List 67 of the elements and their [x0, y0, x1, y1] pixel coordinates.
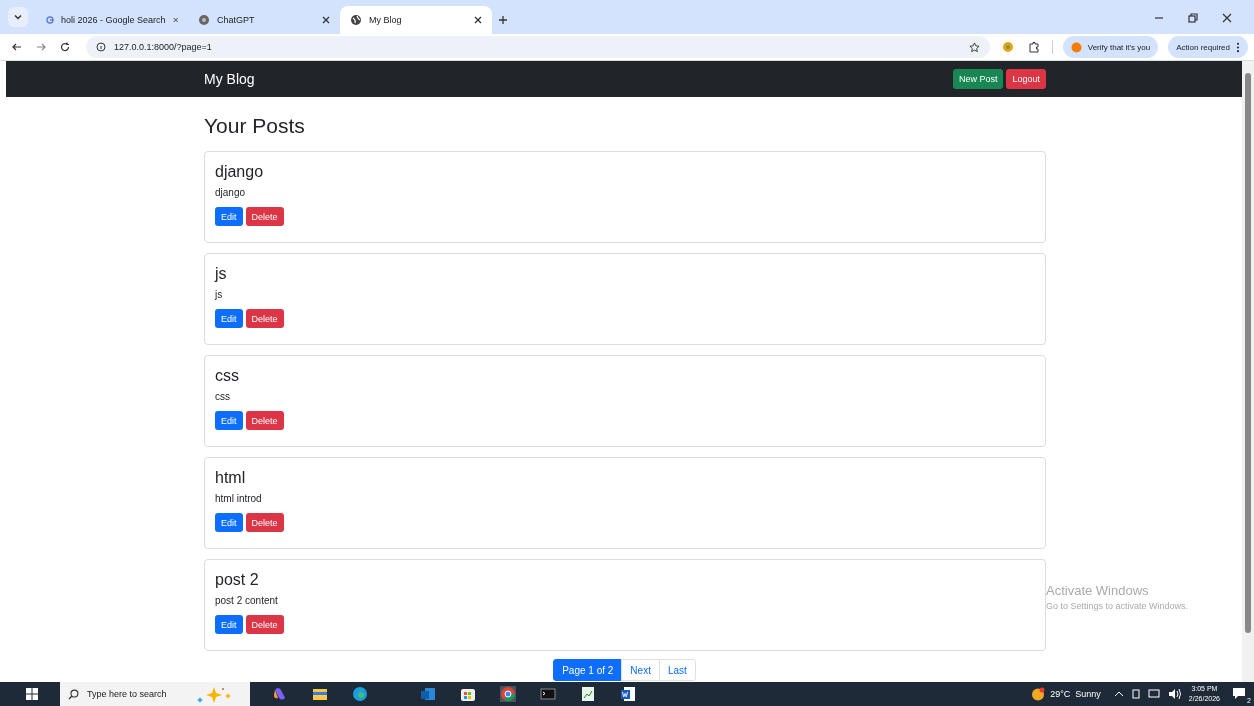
- edit-button[interactable]: Edit: [215, 207, 243, 226]
- speech-bubble-icon: [1232, 687, 1248, 701]
- edit-button[interactable]: Edit: [215, 513, 243, 532]
- edit-button[interactable]: Edit: [215, 309, 243, 328]
- address-bar[interactable]: 127.0.0.1:8000/?page=1: [86, 36, 990, 58]
- weather-icon[interactable]: [1031, 687, 1046, 701]
- post-title: html: [215, 469, 247, 487]
- post-title: post 2: [215, 571, 260, 589]
- delete-button[interactable]: Delete: [245, 309, 284, 328]
- taskbar-search-field[interactable]: Type here to search: [60, 682, 250, 706]
- info-icon: [96, 42, 106, 52]
- post-body: css: [215, 391, 231, 402]
- nav-button[interactable]: New Post: [952, 69, 1004, 89]
- nav-button[interactable]: Logout: [1006, 69, 1046, 89]
- browser-tab[interactable]: My Blog: [340, 6, 492, 34]
- edit-button[interactable]: Edit: [215, 411, 243, 430]
- scrollbar[interactable]: [1242, 61, 1254, 682]
- edit-button[interactable]: Edit: [215, 615, 243, 634]
- activation-text: Go to Settings to activate Windows.: [1046, 601, 1189, 611]
- page-link[interactable]: Page 1 of 2: [553, 659, 623, 681]
- action-chip[interactable]: Action required: [1168, 36, 1248, 58]
- brand-link[interactable]: My Blog: [204, 71, 255, 87]
- globe-icon: [350, 14, 362, 26]
- more-icon: [1236, 41, 1240, 53]
- tray-icons[interactable]: [1112, 688, 1183, 700]
- delete-button[interactable]: Delete: [245, 207, 284, 226]
- mail-icon[interactable]: [420, 686, 436, 702]
- post-body: js: [215, 289, 224, 300]
- post-body: post 2 content: [215, 595, 279, 606]
- scrollbar-thumb[interactable]: [1245, 73, 1251, 633]
- post-title: js: [215, 265, 228, 283]
- tab-search-button[interactable]: [8, 7, 28, 27]
- page-link[interactable]: Next: [621, 659, 660, 681]
- search-icon: [68, 688, 79, 700]
- delete-button[interactable]: Delete: [245, 411, 284, 430]
- forward-icon[interactable]: [36, 42, 46, 52]
- post-body: html introd: [215, 493, 263, 504]
- page-heading: Your Posts: [204, 114, 306, 138]
- browser-tab[interactable]: ChatGPT: [188, 6, 340, 34]
- page-link[interactable]: Last: [658, 659, 696, 681]
- restore-icon[interactable]: [1188, 13, 1198, 23]
- terminal-icon[interactable]: [540, 686, 556, 702]
- weather-text[interactable]: 29°C Sunny: [1050, 689, 1101, 699]
- delete-button[interactable]: Delete: [245, 513, 284, 532]
- profile-chip[interactable]: Verify that it's you: [1062, 36, 1159, 58]
- reload-icon[interactable]: [60, 42, 70, 52]
- close-icon[interactable]: [474, 16, 482, 24]
- delete-button[interactable]: Delete: [245, 615, 284, 634]
- close-icon[interactable]: [322, 16, 330, 24]
- star-icon[interactable]: [968, 41, 980, 53]
- word-icon[interactable]: [620, 686, 636, 702]
- avatar-icon: [1070, 41, 1082, 53]
- post-title: css: [215, 367, 240, 385]
- notepad-icon[interactable]: [580, 686, 596, 702]
- post-title: django: [215, 163, 265, 181]
- post-body: django: [215, 187, 247, 198]
- store-icon[interactable]: [460, 686, 476, 702]
- back-icon[interactable]: [12, 42, 22, 52]
- activation-title: Activate Windows: [1046, 583, 1150, 598]
- windows-icon[interactable]: [26, 688, 38, 700]
- chevron-down-icon: [13, 12, 23, 22]
- close-icon[interactable]: [1222, 13, 1232, 23]
- extension-icon[interactable]: [1001, 41, 1014, 53]
- browser-tab[interactable]: holi 2026 - Google Search: [36, 6, 188, 34]
- folder-icon[interactable]: [312, 686, 328, 702]
- puzzle-icon[interactable]: [1027, 41, 1040, 53]
- new-tab-icon[interactable]: [498, 15, 508, 25]
